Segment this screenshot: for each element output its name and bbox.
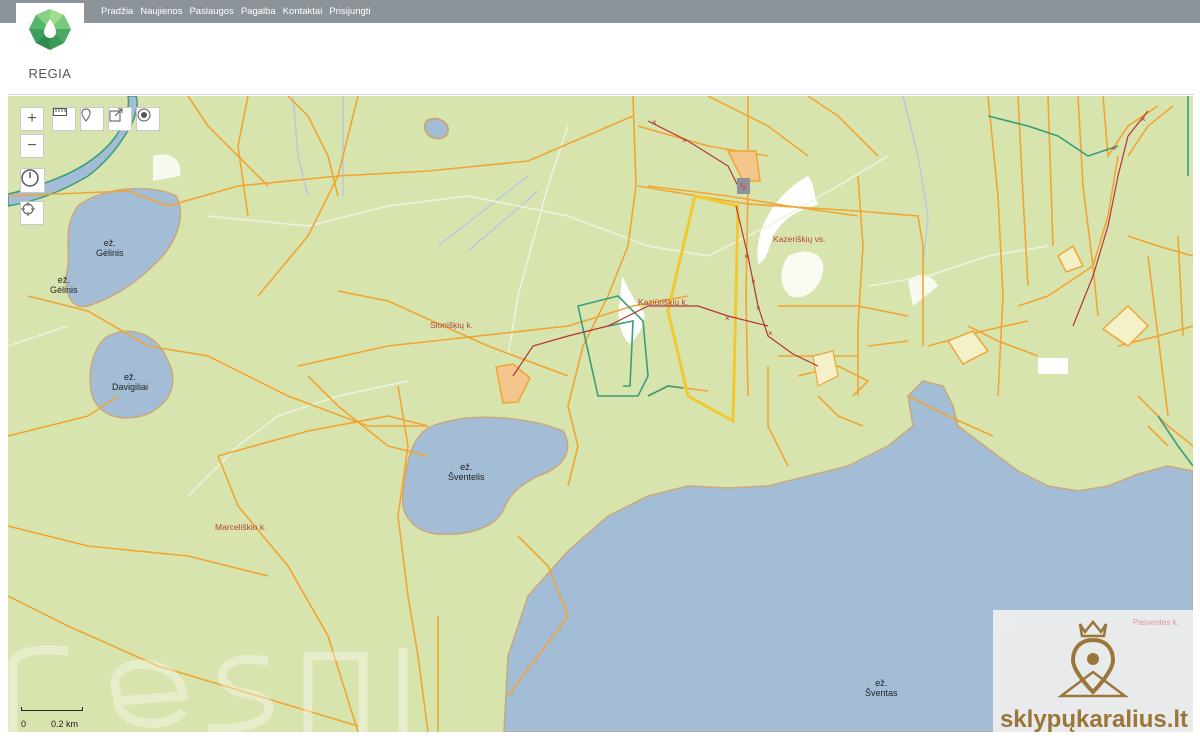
small-pond bbox=[423, 117, 450, 140]
compass-icon bbox=[21, 169, 39, 187]
locate-point-button[interactable] bbox=[136, 107, 160, 131]
lake-sventelis bbox=[401, 416, 569, 536]
label-sloniskiu: Slonišķių k. bbox=[430, 320, 473, 330]
marker-button[interactable] bbox=[80, 107, 104, 131]
label-lake-gelinis: ež. Gėlinis bbox=[96, 238, 124, 258]
nav-paslaugos[interactable]: Paslaugos bbox=[189, 6, 233, 17]
header-divider bbox=[8, 94, 1194, 95]
svg-text:×: × bbox=[1112, 144, 1117, 153]
label-gelinis: ež. Gėlinis bbox=[50, 275, 78, 295]
watermark-site-name: sklypųkaralius.lt bbox=[999, 706, 1189, 732]
scale-bar bbox=[21, 707, 83, 711]
parcel-5 bbox=[1057, 244, 1085, 273]
label-kazeriskiu: Kazeriškių vs. bbox=[773, 234, 826, 244]
svg-text:×: × bbox=[744, 252, 749, 261]
svg-text:×: × bbox=[768, 329, 773, 338]
ruler-icon bbox=[53, 108, 67, 116]
clearing-4 bbox=[781, 251, 824, 298]
scale-distance: 0.2 km bbox=[51, 719, 79, 729]
compass-button[interactable] bbox=[20, 168, 45, 193]
regia-logo-icon bbox=[29, 9, 71, 50]
label-lake-davigiliai: ež. Davigiliai bbox=[112, 372, 149, 392]
parcel-4 bbox=[946, 330, 990, 365]
svg-text:ϟ: ϟ bbox=[740, 181, 746, 193]
nav-prisijungti[interactable]: Prisijungti bbox=[329, 6, 370, 17]
svg-text:×: × bbox=[751, 277, 756, 286]
label-lake-sventas: ež. Šventas bbox=[865, 678, 898, 698]
svg-text:×: × bbox=[1141, 115, 1146, 124]
scale-zero: 0 bbox=[21, 719, 27, 729]
svg-text:×: × bbox=[725, 314, 730, 323]
crown-pin-icon bbox=[1057, 619, 1129, 698]
brand-name: REGIA bbox=[28, 66, 72, 81]
clearing-1 bbox=[757, 176, 818, 264]
geolocate-button[interactable] bbox=[20, 201, 44, 225]
zoom-in-button[interactable]: + bbox=[20, 107, 44, 131]
parcel-dotted-1 bbox=[495, 363, 531, 404]
share-button[interactable] bbox=[108, 107, 132, 131]
site-watermark: Pasventės k. sklypųkaralius.lt bbox=[993, 610, 1193, 732]
main-nav: Pradžia Naujienos Paslaugos Pagalba Kont… bbox=[101, 6, 371, 17]
pin-icon bbox=[81, 108, 91, 122]
nav-pradzia[interactable]: Pradžia bbox=[101, 6, 133, 17]
share-icon bbox=[109, 108, 123, 122]
svg-text:×: × bbox=[652, 118, 657, 127]
parcel-6 bbox=[812, 350, 839, 387]
target-icon bbox=[137, 108, 151, 122]
label-lake-sventelis: ež. Šventelis bbox=[448, 462, 485, 482]
label-marceliskio: Marceliškio k. bbox=[215, 522, 267, 532]
nav-pagalba[interactable]: Pagalba bbox=[241, 6, 276, 17]
map-view[interactable]: × × × × × × × × × ϟ + − ež. Gėlinis ež. … bbox=[8, 96, 1193, 732]
nav-kontaktai[interactable]: Kontaktai bbox=[283, 6, 323, 17]
clearing-3 bbox=[1038, 358, 1068, 374]
crosshair-icon bbox=[21, 202, 35, 216]
nav-naujienos[interactable]: Naujienos bbox=[140, 6, 182, 17]
regia-logo[interactable]: REGIA bbox=[16, 3, 84, 89]
ruler-button[interactable] bbox=[52, 107, 76, 131]
clearing-5 bbox=[153, 154, 181, 181]
svg-text:×: × bbox=[756, 304, 761, 313]
svg-text:×: × bbox=[682, 136, 687, 145]
label-kaziuriskiu: Kaziūriškių k. bbox=[638, 297, 689, 307]
zoom-out-button[interactable]: − bbox=[20, 134, 44, 158]
